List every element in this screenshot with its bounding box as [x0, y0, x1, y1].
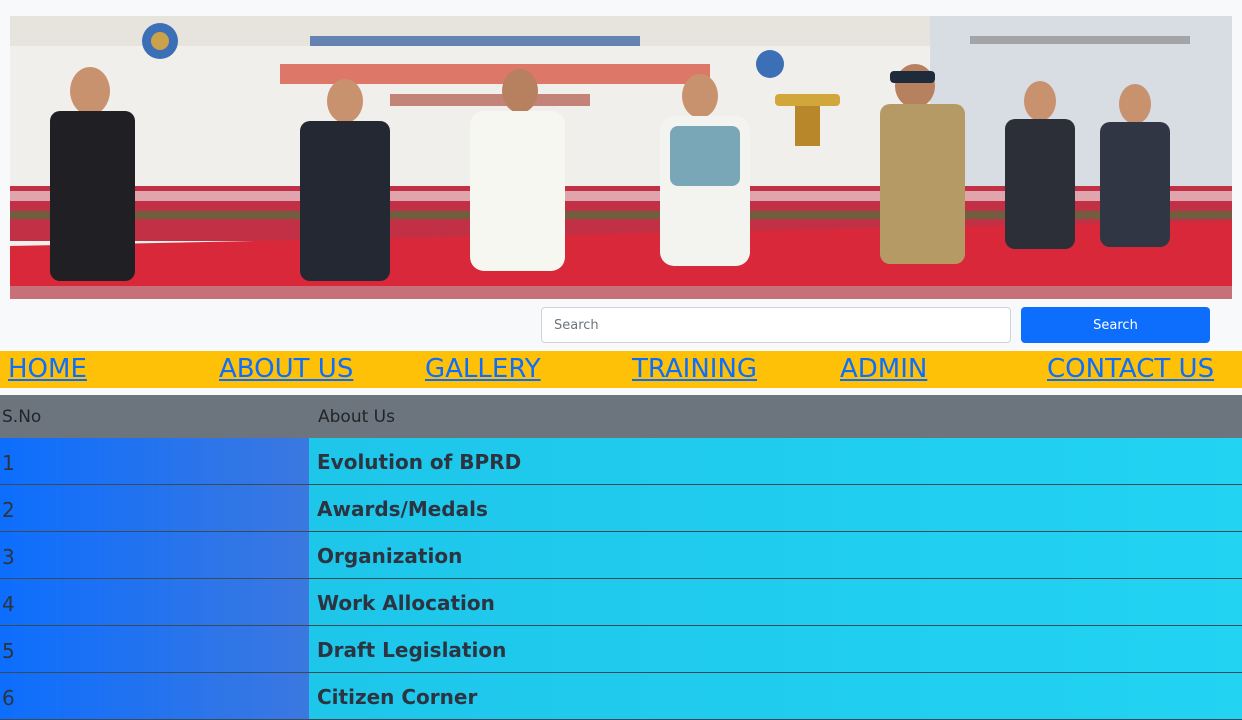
about-us-table: S.No About Us 1 Evolution of BPRD 2 Awar…	[0, 395, 1242, 720]
banner-image	[10, 16, 1232, 299]
sno-text: 3	[2, 545, 15, 569]
nav-admin-link[interactable]: ADMIN	[840, 354, 927, 384]
header-sno: S.No	[2, 407, 42, 427]
sno-cell: 2	[0, 485, 309, 531]
sno-text: 1	[2, 451, 15, 475]
sno-text: 6	[2, 686, 15, 710]
nav-gallery-link[interactable]: GALLERY	[425, 354, 541, 384]
sno-text: 4	[2, 592, 15, 616]
table-row[interactable]: 1 Evolution of BPRD	[0, 438, 1242, 485]
title-cell[interactable]: Evolution of BPRD	[309, 438, 1242, 484]
table-header: S.No About Us	[0, 395, 1242, 438]
sno-cell: 3	[0, 532, 309, 578]
sno-cell: 6	[0, 673, 309, 719]
title-cell[interactable]: Citizen Corner	[309, 673, 1242, 719]
table-row[interactable]: 4 Work Allocation	[0, 579, 1242, 626]
row-title[interactable]: Evolution of BPRD	[317, 450, 521, 474]
row-title[interactable]: Awards/Medals	[317, 497, 488, 521]
table-row[interactable]: 6 Citizen Corner	[0, 673, 1242, 720]
nav-contact-us-link[interactable]: CONTACT US	[1047, 354, 1214, 384]
table-row[interactable]: 3 Organization	[0, 532, 1242, 579]
title-cell[interactable]: Organization	[309, 532, 1242, 578]
row-title[interactable]: Citizen Corner	[317, 685, 477, 709]
main-nav: HOME ABOUT US GALLERY TRAINING ADMIN CON…	[0, 351, 1242, 388]
search-bar: Search	[0, 299, 1242, 351]
nav-home-link[interactable]: HOME	[8, 354, 87, 384]
search-button[interactable]: Search	[1021, 307, 1210, 343]
row-title[interactable]: Organization	[317, 544, 462, 568]
row-title[interactable]: Work Allocation	[317, 591, 495, 615]
sno-cell: 4	[0, 579, 309, 625]
sno-cell: 1	[0, 438, 309, 484]
nav-training-link[interactable]: TRAINING	[632, 354, 757, 384]
nav-about-us-link[interactable]: ABOUT US	[219, 354, 353, 384]
sno-text: 2	[2, 498, 15, 522]
header-about-us: About Us	[318, 407, 395, 427]
title-cell[interactable]: Work Allocation	[309, 579, 1242, 625]
sno-text: 5	[2, 639, 15, 663]
title-cell[interactable]: Awards/Medals	[309, 485, 1242, 531]
table-row[interactable]: 2 Awards/Medals	[0, 485, 1242, 532]
row-title[interactable]: Draft Legislation	[317, 638, 506, 662]
search-input[interactable]	[541, 307, 1011, 343]
page: Search HOME ABOUT US GALLERY TRAINING AD…	[0, 0, 1242, 720]
sno-cell: 5	[0, 626, 309, 672]
table-row[interactable]: 5 Draft Legislation	[0, 626, 1242, 673]
title-cell[interactable]: Draft Legislation	[309, 626, 1242, 672]
